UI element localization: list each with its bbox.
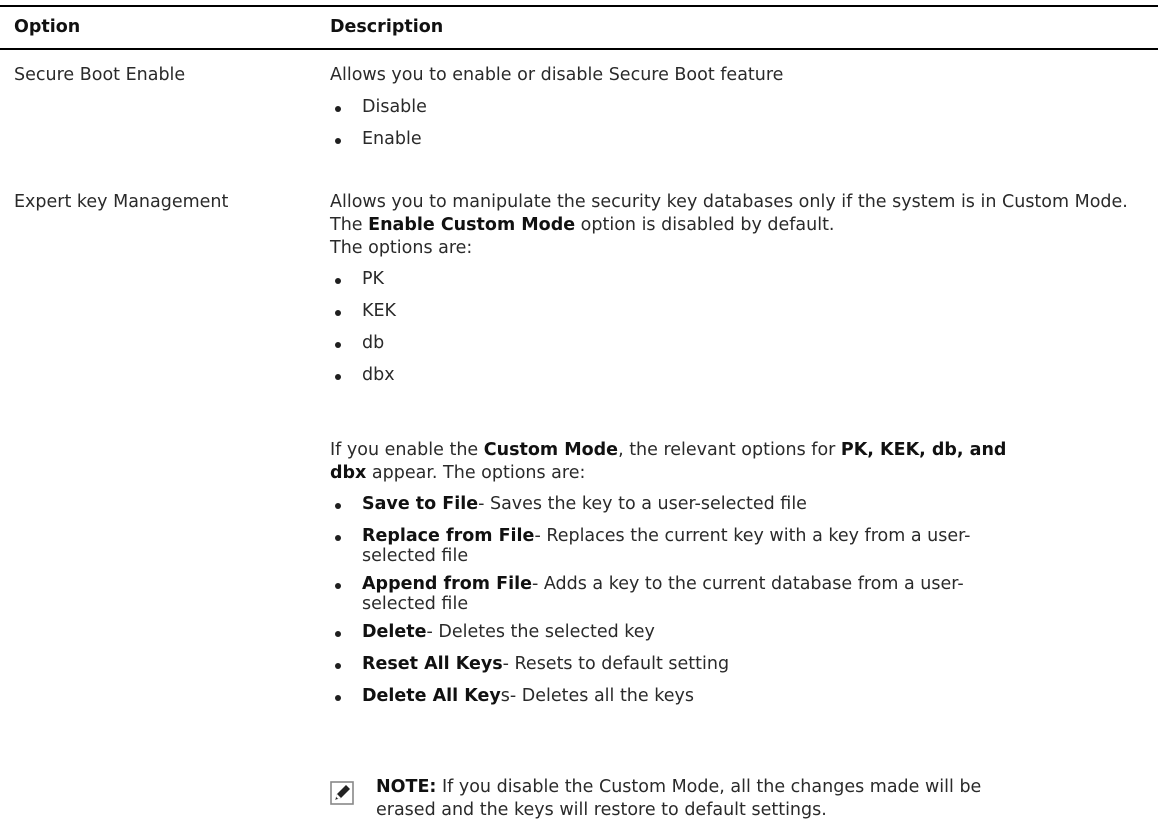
description-text: dbx appear. The options are: — [330, 463, 586, 483]
bold-term: Enable Custom Mode — [368, 215, 576, 235]
column-header-option: Option — [14, 17, 81, 37]
description-secure-boot-enable: Allows you to enable or disable Secure B… — [330, 64, 1155, 151]
list-item: dbx — [330, 364, 1155, 387]
option-secure-boot-enable: Secure Boot Enable — [14, 65, 186, 85]
list-item: Enable — [330, 128, 1155, 151]
bullet-list: Save to File- Saves the key to a user-se… — [330, 493, 1155, 708]
list-item: KEK — [330, 300, 1155, 323]
note-label: NOTE: — [376, 777, 437, 797]
description-text: Allows you to enable or disable Secure B… — [330, 65, 784, 85]
bold-term: Custom Mode — [483, 440, 619, 460]
list-item: Delete- Deletes the selected key — [330, 621, 1155, 644]
description-text: Allows you to manipulate the security ke… — [330, 192, 1128, 235]
description-text: The options are: — [330, 238, 473, 258]
document-page: Option Description Secure Boot Enable Al… — [0, 0, 1158, 829]
bullet-list: PK KEK db dbx — [330, 268, 1155, 387]
bold-term: dbx — [330, 463, 367, 483]
option-expert-key-management: Expert key Management — [14, 192, 229, 212]
description-text: If you enable the Custom Mode, the relev… — [330, 440, 1007, 460]
table-header: Option Description — [0, 5, 1158, 50]
list-item: Append from File- Adds a key to the curr… — [330, 573, 1155, 613]
list-item: Reset All Keys- Resets to default settin… — [330, 653, 1155, 676]
list-item: Delete All Keys- Deletes all the keys — [330, 685, 1155, 708]
pencil-note-icon — [330, 781, 354, 805]
column-header-description: Description — [330, 17, 444, 37]
note-text: NOTE: If you disable the Custom Mode, al… — [376, 777, 982, 820]
list-item: Save to File- Saves the key to a user-se… — [330, 493, 1155, 516]
bold-term: PK, KEK, db, and — [840, 440, 1007, 460]
description-expert-key-management: Allows you to manipulate the security ke… — [330, 191, 1155, 387]
list-item: PK — [330, 268, 1155, 291]
list-item: Disable — [330, 96, 1155, 119]
custom-mode-description: If you enable the Custom Mode, the relev… — [330, 439, 1155, 708]
list-item: db — [330, 332, 1155, 355]
bullet-list: Disable Enable — [330, 96, 1155, 151]
list-item: Replace from File- Replaces the current … — [330, 525, 1155, 565]
